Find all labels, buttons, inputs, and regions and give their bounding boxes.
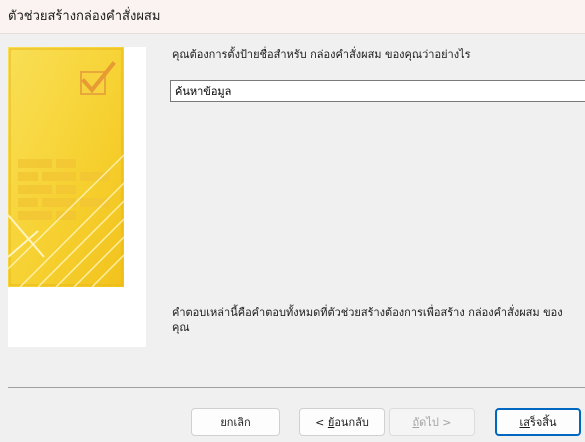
back-button-prefix: < [315, 415, 328, 429]
wizard-side-panel [8, 47, 146, 347]
back-button[interactable]: < ย้ อนกลับ [299, 408, 385, 436]
combo-box-label-input[interactable] [170, 80, 585, 102]
cancel-button-label: ยกเลิก [220, 416, 251, 429]
wizard-illustration-icon [8, 47, 124, 287]
finish-button[interactable]: เส ร็จสิ้น [495, 408, 581, 436]
window-title: ตัวช่วยสร้างกล่องคำสั่งผสม [8, 9, 161, 24]
divider [8, 387, 585, 388]
cancel-button[interactable]: ยกเลิก [191, 408, 280, 436]
completion-message: คำตอบเหล่านี้คือคำตอบทั้งหมดที่ตัวช่วยสร… [172, 306, 563, 334]
next-button-label: ดไป > [419, 416, 452, 429]
back-button-label: อนกลับ [334, 416, 369, 429]
finish-button-label: ร็จสิ้น [529, 416, 557, 429]
title-bar: ตัวช่วยสร้างกล่องคำสั่งผสม [0, 0, 585, 34]
finish-button-accesskey: เส [519, 416, 530, 429]
label-prompt: คุณต้องการตั้งป้ายชื่อสำหรับ กล่องคำสั่ง… [172, 48, 471, 61]
next-button-accesskey: ถั [412, 416, 420, 429]
next-button[interactable]: ถั ดไป > [389, 408, 475, 436]
